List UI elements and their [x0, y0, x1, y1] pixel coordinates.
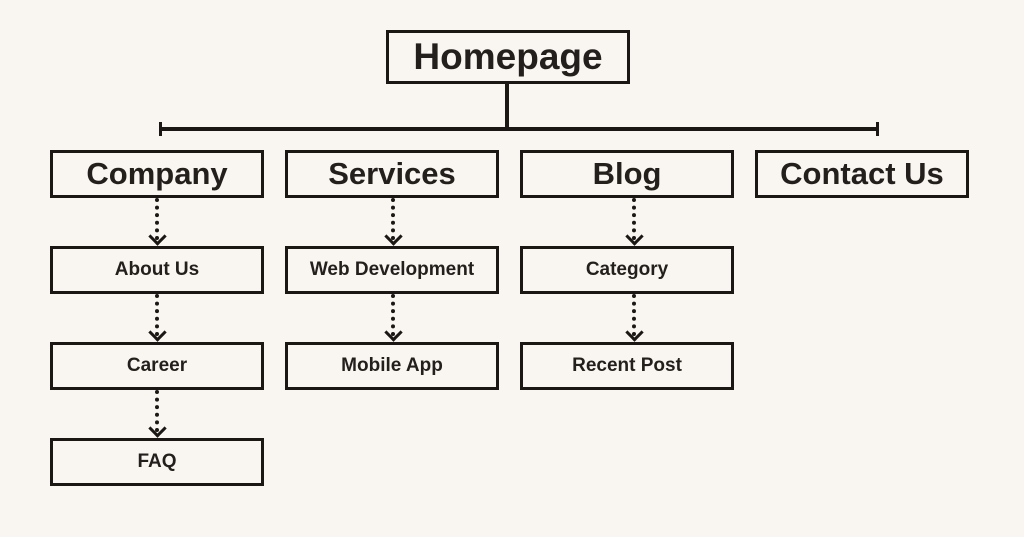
arrowhead-icon — [148, 227, 167, 246]
arrowhead-icon — [148, 419, 167, 438]
node-label: Web Development — [309, 259, 475, 280]
arrowhead-icon — [625, 227, 644, 246]
node-career[interactable]: Career — [50, 342, 264, 390]
node-label: Blog — [592, 156, 662, 191]
node-label: Mobile App — [341, 355, 443, 376]
branch-end-cap-right — [876, 122, 879, 136]
node-label: Homepage — [413, 36, 603, 77]
node-faq[interactable]: FAQ — [50, 438, 264, 486]
root-connector — [505, 84, 509, 129]
node-label: Company — [86, 156, 228, 191]
node-mobile-app[interactable]: Mobile App — [285, 342, 499, 390]
node-contact-us[interactable]: Contact Us — [755, 150, 969, 198]
node-label: Services — [328, 156, 456, 191]
node-recent-post[interactable]: Recent Post — [520, 342, 734, 390]
node-homepage[interactable]: Homepage — [386, 30, 630, 84]
node-company[interactable]: Company — [50, 150, 264, 198]
node-label: Contact Us — [780, 156, 944, 191]
node-category[interactable]: Category — [520, 246, 734, 294]
node-services[interactable]: Services — [285, 150, 499, 198]
arrowhead-icon — [148, 323, 167, 342]
node-label: Career — [126, 355, 188, 376]
node-label: Category — [585, 259, 669, 280]
arrowhead-icon — [625, 323, 644, 342]
arrowhead-icon — [384, 323, 403, 342]
node-web-development[interactable]: Web Development — [285, 246, 499, 294]
node-label: About Us — [114, 259, 200, 280]
node-label: Recent Post — [572, 355, 682, 376]
horizontal-branch-line — [160, 127, 878, 131]
branch-end-cap-left — [159, 122, 162, 136]
node-label: FAQ — [137, 451, 177, 472]
node-blog[interactable]: Blog — [520, 150, 734, 198]
node-about-us[interactable]: About Us — [50, 246, 264, 294]
arrowhead-icon — [384, 227, 403, 246]
